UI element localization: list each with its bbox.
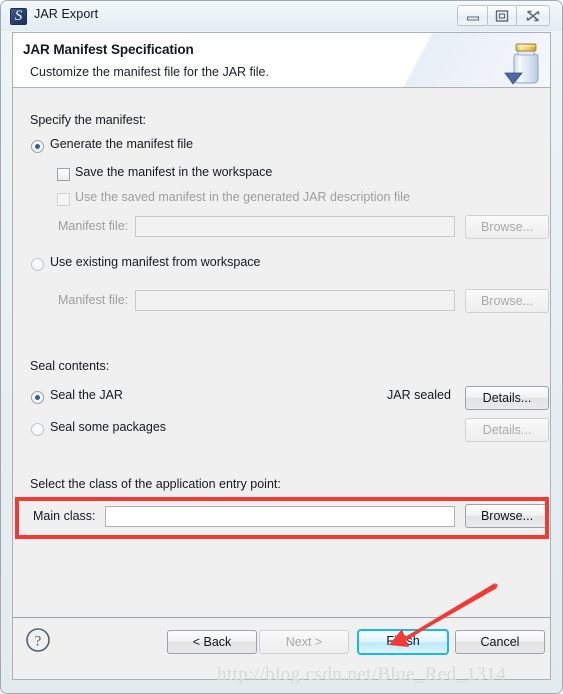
close-icon[interactable] xyxy=(517,5,550,26)
generate-manifest-file-input[interactable] xyxy=(135,216,455,237)
minimize-icon[interactable] xyxy=(457,5,487,26)
seal-section-heading: Seal contents: xyxy=(30,359,110,373)
seal-packages-details-button[interactable]: Details... xyxy=(465,418,549,442)
radio-generate-manifest[interactable] xyxy=(31,140,44,153)
checkbox-use-saved-manifest-label: Use the saved manifest in the generated … xyxy=(75,190,410,204)
watermark-text: http://blog.csdn.net/Blue_Red_1314 xyxy=(217,664,507,685)
radio-seal-the-jar[interactable] xyxy=(31,391,44,404)
page-title: JAR Manifest Specification xyxy=(23,42,194,57)
svg-text:?: ? xyxy=(35,634,42,650)
generate-manifest-browse-button[interactable]: Browse... xyxy=(465,215,549,239)
radio-use-existing-manifest-label: Use existing manifest from workspace xyxy=(50,255,261,269)
radio-use-existing-manifest[interactable] xyxy=(31,258,44,271)
radio-seal-some-packages[interactable] xyxy=(31,423,44,436)
main-class-highlight-annotation xyxy=(15,497,549,539)
help-question-icon[interactable]: ? xyxy=(25,627,51,653)
jar-with-arrow-icon xyxy=(504,43,539,85)
title-bar: S JAR Export xyxy=(1,1,562,31)
existing-manifest-browse-button[interactable]: Browse... xyxy=(465,289,549,313)
radio-seal-some-packages-label: Seal some packages xyxy=(50,420,167,434)
existing-manifest-file-label: Manifest file: xyxy=(58,293,129,307)
entry-point-section-heading: Select the class of the application entr… xyxy=(30,477,281,491)
checkbox-use-saved-manifest[interactable] xyxy=(57,193,70,206)
jar-export-icon: S xyxy=(10,8,27,25)
window-title: JAR Export xyxy=(34,7,99,21)
existing-manifest-file-input[interactable] xyxy=(135,290,455,311)
seal-status-text: JAR sealed xyxy=(387,388,451,402)
seal-jar-details-button[interactable]: Details... xyxy=(465,386,549,410)
checkbox-save-manifest-label: Save the manifest in the workspace xyxy=(75,165,273,179)
generate-manifest-file-label: Manifest file: xyxy=(58,219,129,233)
radio-seal-the-jar-label: Seal the JAR xyxy=(50,388,123,402)
radio-generate-manifest-label: Generate the manifest file xyxy=(50,137,194,151)
jar-export-dialog: S JAR Export JAR Manifest Specification … xyxy=(0,0,563,694)
checkbox-save-manifest[interactable] xyxy=(57,168,70,181)
maximize-icon[interactable] xyxy=(487,5,517,26)
manifest-section-heading: Specify the manifest: xyxy=(30,113,147,127)
dialog-header: JAR Manifest Specification Customize the… xyxy=(12,32,551,88)
page-subtitle: Customize the manifest file for the JAR … xyxy=(30,65,269,79)
finish-arrow-annotation xyxy=(389,583,498,647)
back-button[interactable]: < Back xyxy=(167,630,257,654)
next-button[interactable]: Next > xyxy=(259,630,349,654)
